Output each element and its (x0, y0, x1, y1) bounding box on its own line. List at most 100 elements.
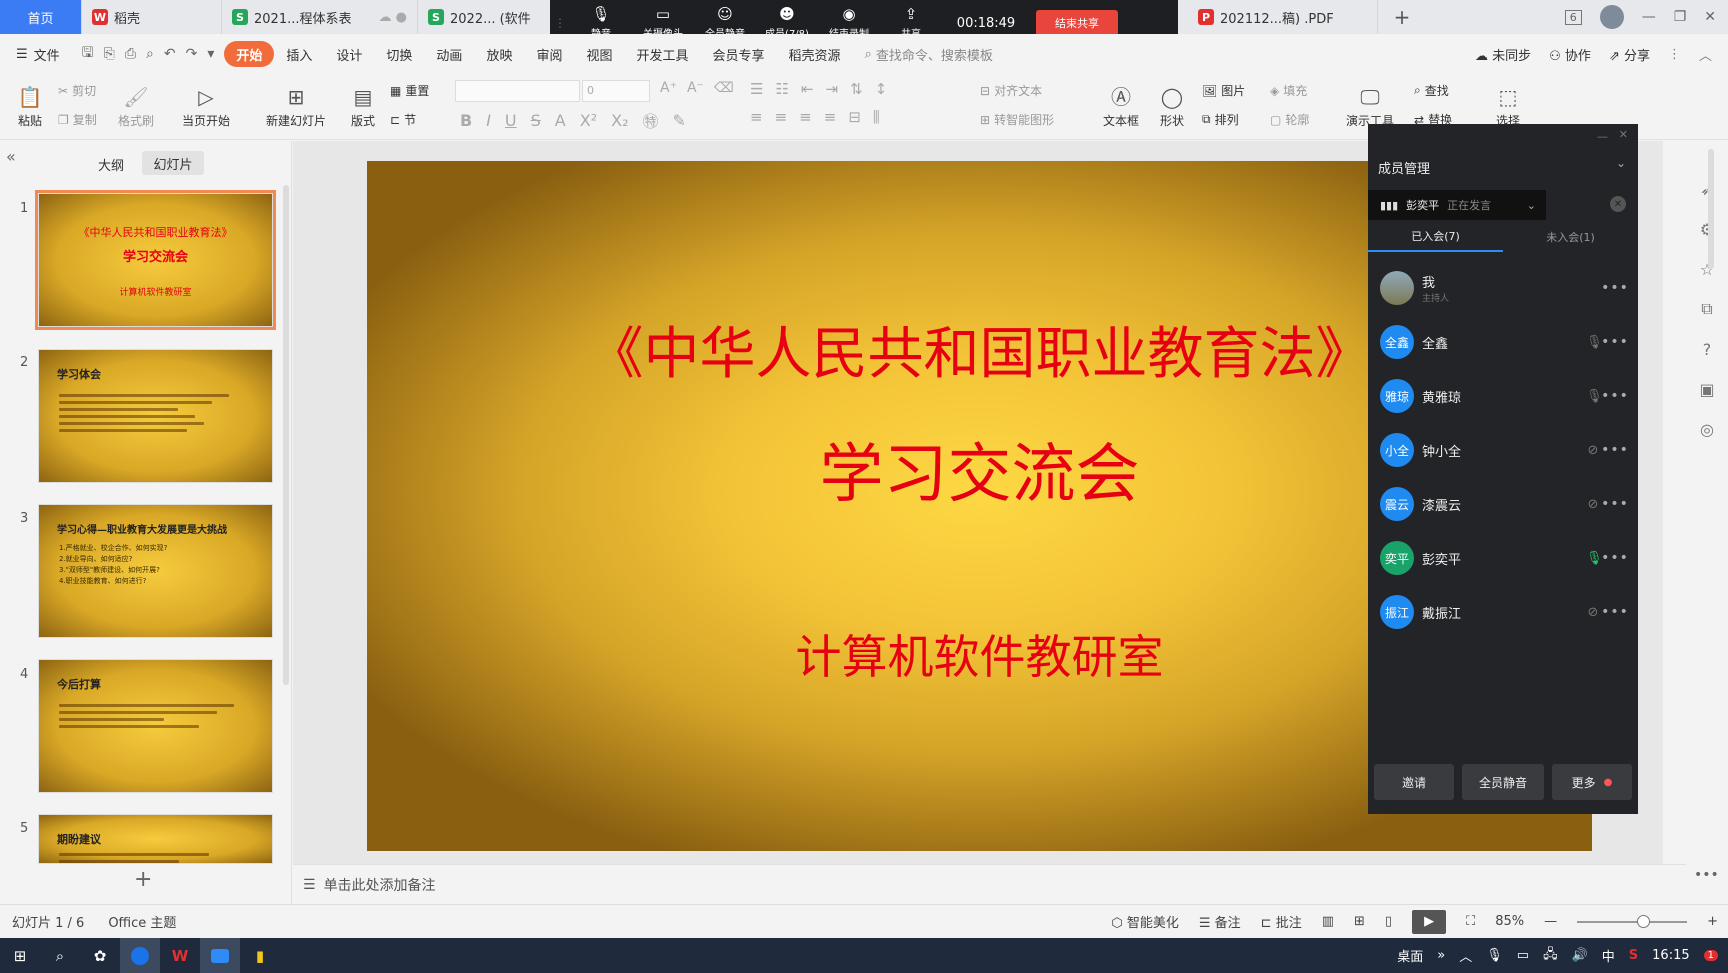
drag-handle-icon[interactable]: ⋮ (550, 16, 570, 30)
microphone-active-icon[interactable]: 🎙 (1586, 551, 1603, 566)
undo-icon[interactable]: ↶ (164, 46, 176, 62)
phonetic-icon[interactable]: ㊕ (643, 108, 659, 132)
line-spacing-icon[interactable]: ↕ (875, 80, 888, 98)
bullet-list-icon[interactable]: ☰ (750, 80, 763, 98)
more-options-icon[interactable]: ••• (1600, 388, 1630, 404)
tab-transition[interactable]: 切换 (374, 41, 424, 67)
chevron-down-icon[interactable]: ▾ (207, 46, 214, 62)
tab-developer[interactable]: 开发工具 (624, 41, 700, 67)
restore-icon[interactable]: ❐ (1674, 9, 1687, 25)
play-slideshow-button[interactable]: ▶ (1412, 909, 1447, 934)
align-text-button[interactable]: ⊟ 对齐文本 (980, 82, 1054, 99)
tab-sheet-2022[interactable]: S 2022... (软件 (418, 0, 538, 34)
tab-not-joined[interactable]: 未入会(1) (1503, 222, 1638, 252)
sogou-icon[interactable]: S (1629, 948, 1638, 963)
from-current-button[interactable]: ▷ 当页开始 (172, 78, 240, 136)
zoom-out-button[interactable]: — (1544, 914, 1557, 929)
new-tab-button[interactable]: + (1378, 5, 1426, 29)
slide-thumb-1[interactable]: 《中华人民共和国职业教育法》 学习交流会 计算机软件教研室 (35, 190, 276, 330)
cut-button[interactable]: ✂ 剪切 (58, 82, 97, 99)
more-options-icon[interactable]: ••• (1600, 334, 1630, 350)
member-row[interactable]: 震云 漆震云 ⊘ ••• (1380, 484, 1630, 524)
comment-button[interactable]: ⊏ 批注 (1261, 912, 1302, 931)
number-list-icon[interactable]: ☷ (775, 80, 788, 98)
more-options-icon[interactable]: ••• (1600, 442, 1630, 458)
section-button[interactable]: ⊏ 节 (390, 111, 429, 128)
bold-icon[interactable]: B (460, 111, 472, 130)
app-icon[interactable]: ✿ (80, 938, 120, 973)
zoom-slider[interactable] (1577, 914, 1688, 928)
slide-thumb-3[interactable]: 学习心得—职业教育大发展更是大挑战 1.严格就业、校企合作、如何实现? 2.就业… (38, 504, 273, 638)
microphone-muted-icon[interactable]: ⊘ (1586, 497, 1600, 512)
member-row[interactable]: 全鑫 全鑫 🎙 ••• (1380, 322, 1630, 362)
more-options-icon[interactable]: ••• (1600, 604, 1630, 620)
avatar[interactable] (1599, 5, 1624, 29)
tab-docer-resources[interactable]: 稻壳资源 (777, 41, 853, 67)
image-settings-icon[interactable]: ▣ (1686, 369, 1728, 409)
browser-icon[interactable] (120, 938, 160, 973)
add-slide-button[interactable]: + (134, 867, 152, 892)
new-slide-button[interactable]: ⊞ 新建幻灯片 (256, 78, 336, 136)
reset-button[interactable]: ▦ 重置 (390, 82, 429, 99)
font-name-select[interactable] (455, 80, 580, 102)
tab-slides-panel[interactable]: 幻灯片 (142, 151, 204, 175)
tab-animation[interactable]: 动画 (424, 41, 474, 67)
member-row[interactable]: 奕平 彭奕平 🎙 ••• (1380, 538, 1630, 578)
vertical-scrollbar[interactable] (1708, 149, 1714, 269)
tab-view[interactable]: 视图 (574, 41, 624, 67)
increase-indent-icon[interactable]: ⇥ (825, 80, 838, 98)
theme-name[interactable]: Office 主题 (108, 912, 176, 931)
export-icon[interactable]: ⎘ (104, 46, 115, 62)
folder-icon[interactable]: ▮ (240, 938, 280, 973)
minimize-panel-icon[interactable]: — (1597, 130, 1608, 143)
member-row[interactable]: 雅琼 黄雅琼 🎙 ••• (1380, 376, 1630, 416)
slide-thumb-5[interactable]: 期盼建议 (38, 814, 273, 864)
tab-design[interactable]: 设计 (324, 41, 374, 67)
grow-font-icon[interactable]: A⁺ (660, 80, 677, 96)
slide-thumb-2[interactable]: 学习体会 (38, 349, 273, 483)
subscript-icon[interactable]: X₂ (611, 111, 628, 130)
microphone-muted-icon[interactable]: ⊘ (1586, 605, 1600, 620)
microphone-icon[interactable]: 🎙 (1486, 948, 1503, 963)
tab-pdf[interactable]: P 202112...稿) .PDF (1188, 0, 1378, 34)
font-size-select[interactable]: 0 (582, 80, 650, 102)
arrange-button[interactable]: ⧉ 排列 (1202, 111, 1245, 128)
align-center-icon[interactable]: ≡ (775, 108, 788, 126)
end-share-button[interactable]: 结束共享 (1036, 10, 1118, 36)
clock[interactable]: 16:15 (1652, 948, 1689, 963)
file-menu[interactable]: ☰ 文件 (0, 41, 72, 67)
slide-thumb-4[interactable]: 今后打算 (38, 659, 273, 793)
rocket-icon[interactable]: ➶ (1686, 169, 1728, 209)
battery-icon[interactable]: ▭ (1517, 948, 1529, 963)
notification-badge[interactable]: 1 (1703, 950, 1718, 961)
windows-start-icon[interactable]: ⊞ (0, 938, 40, 973)
distribute-icon[interactable]: ⊟ (848, 108, 861, 126)
zoom-handle[interactable] (1637, 914, 1651, 928)
meeting-app-icon[interactable] (200, 938, 240, 973)
tab-home[interactable]: 首页 (0, 0, 82, 34)
slides-icon[interactable]: ⧉ (1686, 289, 1728, 329)
fill-button[interactable]: ◈ 填充 (1270, 82, 1309, 99)
microphone-icon[interactable]: 🎙 (1586, 335, 1603, 350)
tab-member[interactable]: 会员专享 (701, 41, 777, 67)
member-row[interactable]: 小全 钟小全 ⊘ ••• (1380, 430, 1630, 470)
tab-sheet-2021[interactable]: S 2021...程体系表 ☁ ● (222, 0, 418, 34)
reading-view-icon[interactable]: ▯ (1385, 914, 1392, 929)
star-icon[interactable]: ☆ (1686, 249, 1728, 289)
close-panel-icon[interactable]: ✕ (1619, 128, 1628, 141)
tray-up-icon[interactable]: ︿ (1459, 946, 1472, 965)
wps-icon[interactable]: W (160, 938, 200, 973)
collapse-panel-icon[interactable]: « (6, 147, 16, 166)
sync-button[interactable]: ☁ 未同步 (1475, 45, 1531, 64)
member-row-me[interactable]: 我主持人 ••• (1380, 268, 1630, 308)
fit-screen-icon[interactable]: ⛶ (1466, 914, 1475, 929)
more-options-icon[interactable]: ••• (1600, 496, 1630, 512)
chevron-down-icon[interactable]: ⌄ (1616, 156, 1626, 170)
zoom-level[interactable]: 85% (1495, 914, 1524, 929)
preview-icon[interactable]: ⌕ (146, 46, 154, 62)
tab-home-ribbon[interactable]: 开始 (224, 41, 275, 67)
underline-icon[interactable]: U (505, 111, 517, 130)
smart-art-button[interactable]: ⊞ 转智能图形 (980, 111, 1054, 128)
microphone-icon[interactable]: 🎙 (1586, 389, 1603, 404)
clear-format-icon[interactable]: ⌫ (714, 80, 734, 96)
